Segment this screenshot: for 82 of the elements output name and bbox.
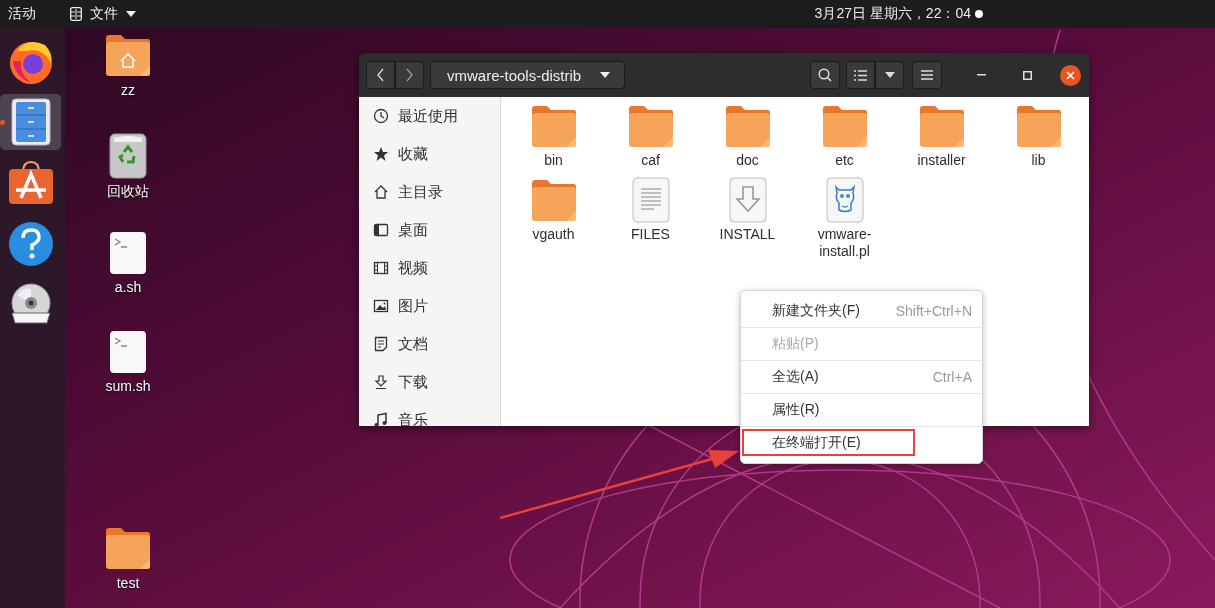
down-arrow-document-icon <box>728 177 767 223</box>
folder-icon <box>529 179 578 223</box>
dock-item[interactable] <box>0 94 61 150</box>
sidebar-item[interactable]: 收藏 <box>359 135 500 173</box>
file-cabinet-icon <box>10 98 51 146</box>
desktop-icon <box>373 222 389 238</box>
menu-item[interactable]: 全选(A) Ctrl+A <box>741 361 982 394</box>
sidebar-item[interactable]: 图片 <box>359 287 500 325</box>
path-button[interactable]: vmware-tools-distrib <box>430 61 625 89</box>
list-icon <box>854 69 867 81</box>
maximize-icon <box>1022 70 1032 80</box>
sidebar-item[interactable]: 文档 <box>359 325 500 363</box>
documents-icon <box>373 336 389 352</box>
folder-icon <box>529 105 578 149</box>
desktop-icon-label[interactable]: test <box>116 574 140 591</box>
file-name[interactable]: bin <box>520 152 587 169</box>
menu-icon <box>921 70 933 80</box>
menu-button[interactable] <box>912 61 942 89</box>
back-button[interactable] <box>366 61 395 89</box>
sidebar-item[interactable]: 下载 <box>359 363 500 401</box>
text-document-icon <box>631 177 670 223</box>
menu-item[interactable]: 属性(R) <box>741 394 982 427</box>
activities-button[interactable]: 活动 <box>8 5 36 23</box>
recent-icon <box>373 108 389 124</box>
desktop-icon-label[interactable]: zz <box>121 82 135 98</box>
desktop-icon-label[interactable]: sum.sh <box>105 377 151 394</box>
folder-icon <box>917 105 966 149</box>
close-icon <box>1066 70 1075 80</box>
terminal-script-icon <box>109 231 147 275</box>
file-cabinet-icon <box>70 7 82 21</box>
terminal-script-icon <box>109 329 147 374</box>
file-name[interactable]: etc <box>811 152 878 169</box>
back-icon <box>377 68 384 82</box>
file-name[interactable]: installer <box>908 152 975 169</box>
search-icon <box>818 68 832 82</box>
downloads-icon <box>373 374 389 390</box>
view-button[interactable] <box>846 61 875 89</box>
sidebar-item[interactable]: 桌面 <box>359 211 500 249</box>
desktop-icon-label[interactable]: 回收站 <box>107 182 149 201</box>
caret-icon <box>884 72 895 78</box>
videos-icon <box>373 260 389 276</box>
home-icon <box>373 184 389 200</box>
file-name[interactable]: caf <box>617 152 684 169</box>
caret-icon <box>600 72 610 78</box>
folder-icon <box>820 105 869 149</box>
help-icon <box>7 221 54 267</box>
file-name[interactable]: vmware-install.pl <box>811 226 878 260</box>
trash-icon <box>109 132 147 179</box>
music-icon <box>373 412 389 426</box>
file-name[interactable]: doc <box>714 152 781 169</box>
file-name[interactable]: FILES <box>617 226 684 243</box>
disc-icon <box>8 283 53 327</box>
forward-button[interactable] <box>395 61 424 89</box>
sidebar-item[interactable]: 最近使用 <box>359 97 500 135</box>
caret-icon <box>126 11 136 17</box>
desktop-icon-label[interactable]: a.sh <box>114 279 142 295</box>
notification-dot-icon <box>975 10 983 18</box>
file-name[interactable]: INSTALL <box>714 226 781 243</box>
menu-item[interactable]: 新建文件夹(F) Shift+Ctrl+N <box>741 295 982 328</box>
sidebar-item[interactable]: 视频 <box>359 249 500 287</box>
pictures-icon <box>373 298 389 314</box>
clock-label[interactable]: 3月27日 星期六，22：04 <box>814 5 971 23</box>
menu-item[interactable]: 在终端打开(E) <box>741 427 982 459</box>
file-name[interactable]: vgauth <box>520 226 587 243</box>
shortcut-label: Ctrl+A <box>932 369 972 385</box>
shopping-bag-icon <box>7 160 54 206</box>
folder-icon <box>104 526 152 571</box>
folder-icon <box>1014 105 1063 149</box>
folder-icon <box>626 105 675 149</box>
sidebar-item[interactable]: 主目录 <box>359 173 500 211</box>
minimize-icon <box>976 74 986 76</box>
sidebar-item[interactable]: 音乐 <box>359 401 500 426</box>
home-folder-icon <box>104 34 152 78</box>
view-options-button[interactable] <box>875 61 904 89</box>
folder-icon <box>723 105 772 149</box>
app-menu[interactable]: 文件 <box>70 5 136 23</box>
search-button[interactable] <box>810 61 840 89</box>
shortcut-label: Shift+Ctrl+N <box>895 303 972 319</box>
file-name[interactable]: lib <box>1005 152 1072 169</box>
close-button[interactable] <box>1060 64 1081 86</box>
starred-icon <box>373 146 389 162</box>
forward-icon <box>406 68 413 82</box>
